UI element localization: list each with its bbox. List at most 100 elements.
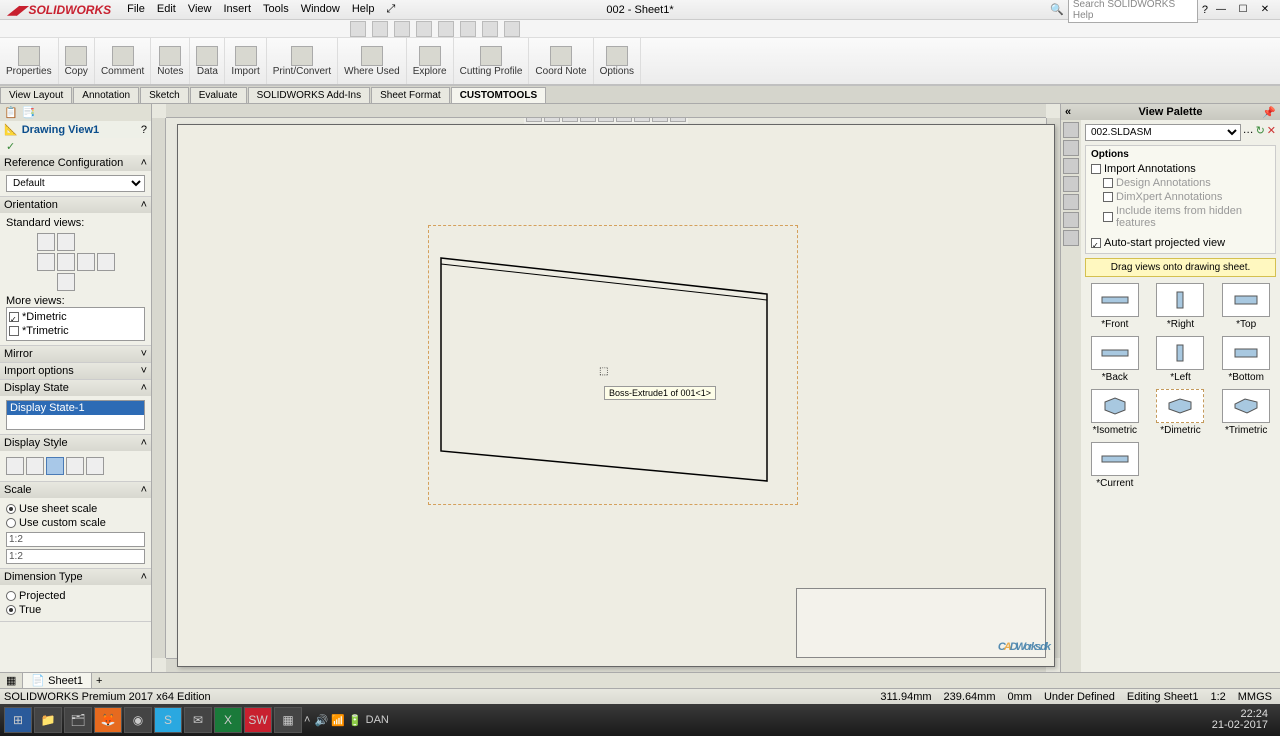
drawing-view-boundary[interactable]: ⬚ Boss-Extrude1 of 001<1> [428,225,798,505]
file-explorer-icon[interactable] [1063,158,1079,174]
thumb-isometric[interactable]: *Isometric [1085,389,1145,436]
task-firefox[interactable]: 🦊 [94,707,122,733]
style-wireframe[interactable] [6,457,24,475]
thumb-trimetric[interactable]: *Trimetric [1216,389,1276,436]
options-icon[interactable] [504,21,520,37]
tab-sheet-format[interactable]: Sheet Format [371,87,450,103]
cmd-copy[interactable]: Copy [59,38,95,84]
close-button[interactable]: ✕ [1256,3,1274,17]
view-top[interactable] [57,253,75,271]
thumb-back[interactable]: *Back [1085,336,1145,383]
model-select[interactable]: 002.SLDASM [1085,124,1241,141]
cmd-properties[interactable]: Properties [0,38,59,84]
drawing-sheet[interactable]: ⬚ Boss-Extrude1 of 001<1> CADWorks.dk [177,124,1055,667]
open-icon[interactable] [372,21,388,37]
pin-icon[interactable]: 📌 [1262,106,1276,119]
view-right[interactable] [77,253,95,271]
system-tray[interactable]: ˄ 🔊 📶 🔋 DAN [304,714,389,727]
thumb-bottom[interactable]: *Bottom [1216,336,1276,383]
close-palette-icon[interactable]: ✕ [1267,124,1276,145]
feature-tree-icon[interactable]: 📋 [4,106,18,119]
view-front[interactable] [37,233,55,251]
taskbar-clock[interactable]: 22:24 21-02-2017 [1212,709,1276,731]
search-input[interactable]: Search SOLIDWORKS Help [1068,0,1198,23]
style-shaded-edges[interactable] [66,457,84,475]
section-ref-config[interactable]: Reference Configuration˄ [0,155,151,171]
browse-icon[interactable]: … [1243,124,1254,145]
model-tree-icon[interactable]: ▦ [0,674,22,687]
thumb-left[interactable]: *Left [1151,336,1211,383]
menu-window[interactable]: Window [301,3,340,16]
tab-customtools[interactable]: CUSTOMTOOLS [451,87,546,103]
thumb-top[interactable]: *Top [1216,283,1276,330]
thumb-right[interactable]: *Right [1151,283,1211,330]
task-outlook[interactable]: ✉ [184,707,212,733]
cmd-data[interactable]: Data [190,38,225,84]
menu-help[interactable]: Help [352,3,375,16]
view-palette-icon[interactable] [1063,176,1079,192]
tab-annotation[interactable]: Annotation [73,87,139,103]
style-hidden-visible[interactable] [26,457,44,475]
minimize-button[interactable]: — [1212,3,1230,17]
maximize-button[interactable]: ☐ [1234,3,1252,17]
undo-icon[interactable] [438,21,454,37]
refresh-icon[interactable]: ↻ [1256,124,1265,145]
task-explorer[interactable]: 📁 [34,707,62,733]
display-state-item[interactable]: Display State-1 [7,401,144,415]
menu-file[interactable]: File [127,3,145,16]
help-icon[interactable]: ? [141,124,147,136]
print-icon[interactable] [416,21,432,37]
projected-radio[interactable] [6,591,16,601]
appearances-icon[interactable] [1063,194,1079,210]
menu-tools[interactable]: Tools [263,3,289,16]
forum-icon[interactable] [1063,230,1079,246]
cmd-where-used[interactable]: Where Used [338,38,407,84]
task-skype[interactable]: S [154,707,182,733]
menu-edit[interactable]: Edit [157,3,176,16]
section-display-state[interactable]: Display State˄ [0,380,151,396]
view-iso[interactable] [57,233,75,251]
cmd-coord-note[interactable]: Coord Note [529,38,593,84]
add-sheet-icon[interactable]: + [92,675,106,687]
sheet1-tab[interactable]: 📄 Sheet1 [22,672,92,689]
menu-view[interactable]: View [188,3,212,16]
section-mirror[interactable]: Mirror˅ [0,346,151,362]
tray-lang[interactable]: DAN [366,714,389,726]
thumb-front[interactable]: *Front [1085,283,1145,330]
task-solidworks[interactable]: SW [244,707,272,733]
tab-sketch[interactable]: Sketch [140,87,189,103]
resources-icon[interactable] [1063,122,1079,138]
section-import[interactable]: Import options˅ [0,363,151,379]
true-radio[interactable] [6,605,16,615]
drawing-canvas[interactable]: ⬚ Boss-Extrude1 of 001<1> CADWorks.dk [152,104,1060,672]
view-left[interactable] [37,253,55,271]
style-shaded[interactable] [86,457,104,475]
tray-up-icon[interactable]: ˄ [304,714,310,726]
thumb-current[interactable]: *Current [1085,442,1145,489]
collapse-icon[interactable]: « [1065,106,1071,118]
new-icon[interactable] [350,21,366,37]
view-back[interactable] [97,253,115,271]
task-app[interactable]: ▦ [274,707,302,733]
section-display-style[interactable]: Display Style˄ [0,435,151,451]
cmd-import[interactable]: Import [225,38,266,84]
tab-view-layout[interactable]: View Layout [0,87,72,103]
menu-pin-icon[interactable]: ⤢ [386,3,395,16]
section-scale[interactable]: Scale˄ [0,482,151,498]
select-icon[interactable] [460,21,476,37]
autostart-checkbox[interactable] [1091,238,1101,248]
cmd-comment[interactable]: Comment [95,38,151,84]
status-units[interactable]: MMGS [1238,691,1272,703]
design-lib-icon[interactable] [1063,140,1079,156]
start-button[interactable]: ⊞ [4,707,32,733]
tab-evaluate[interactable]: Evaluate [190,87,247,103]
task-folder[interactable]: 🗂 [64,707,92,733]
cmd-options[interactable]: Options [594,38,641,84]
save-icon[interactable] [394,21,410,37]
help-icon[interactable]: ? [1202,4,1208,16]
trimetric-checkbox[interactable] [9,326,19,336]
ok-button[interactable]: ✓ [6,141,15,153]
section-orientation[interactable]: Orientation˄ [0,197,151,213]
thumb-dimetric[interactable]: *Dimetric [1151,389,1211,436]
cmd-explore[interactable]: Explore [407,38,454,84]
